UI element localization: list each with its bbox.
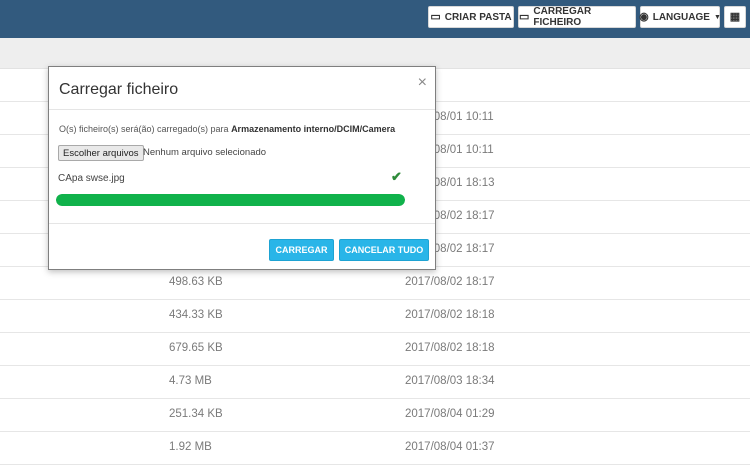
upload-modal: Carregar ficheiro × O(s) ficheiro(s) ser…: [48, 66, 436, 270]
create-folder-label: CRIAR PASTA: [444, 11, 512, 23]
grid-icon: ▦: [729, 10, 741, 23]
no-file-selected-text: Nenhum arquivo selecionado: [143, 147, 267, 158]
folder-plus-icon: ▭: [430, 10, 441, 23]
file-date: 2017/08/04 01:29: [405, 408, 495, 420]
create-folder-button[interactable]: ▭ CRIAR PASTA: [428, 6, 514, 28]
close-icon[interactable]: ×: [418, 75, 427, 91]
file-date: 2017/08/02 18:17: [405, 276, 495, 288]
table-row[interactable]: 1.92 MB 2017/08/04 01:37: [0, 431, 750, 465]
caret-down-icon: ▼: [713, 13, 721, 21]
upload-prefix: O(s) ficheiro(s) será(ão) carregado(s) p…: [59, 124, 232, 134]
table-row[interactable]: 679.65 KB 2017/08/02 18:18: [0, 332, 750, 366]
upload-icon: ▭: [519, 10, 530, 23]
upload-progress-fill: [56, 194, 405, 206]
file-size: 498.63 KB: [169, 276, 223, 288]
file-date: 2017/08/02 18:18: [405, 309, 495, 321]
globe-icon: ◉: [639, 10, 649, 23]
table-row[interactable]: 498.63 KB 2017/08/02 18:17: [0, 266, 750, 300]
file-date: 2017/08/02 18:18: [405, 342, 495, 354]
upload-file-label: CARREGAR FICHEIRO: [533, 6, 592, 28]
file-date: 2017/08/03 18:34: [405, 375, 495, 387]
upload-progress-bar: [56, 194, 405, 206]
cancel-all-button[interactable]: CANCELAR TUDO: [339, 239, 429, 261]
upload-target: Armazenamento interno/DCIM/Camera: [231, 124, 396, 134]
choose-files-button[interactable]: Escolher arquivos: [58, 145, 144, 161]
modal-title: Carregar ficheiro: [59, 81, 179, 98]
sub-toolbar: [0, 38, 750, 69]
upload-button[interactable]: CARREGAR: [269, 239, 334, 261]
table-row[interactable]: 251.34 KB 2017/08/04 01:29: [0, 398, 750, 432]
check-icon: ✔: [391, 169, 402, 184]
divider: [49, 223, 435, 224]
file-size: 679.65 KB: [169, 342, 223, 354]
language-label: LANGUAGE: [652, 11, 710, 23]
file-size: 4.73 MB: [169, 375, 212, 387]
file-size: 434.33 KB: [169, 309, 223, 321]
uploaded-file-name: CApa swse.jpg: [58, 173, 125, 184]
table-row[interactable]: 4.73 MB 2017/08/03 18:34: [0, 365, 750, 399]
upload-destination-text: O(s) ficheiro(s) será(ão) carregado(s) p…: [59, 124, 395, 134]
table-row[interactable]: 434.33 KB 2017/08/02 18:18: [0, 299, 750, 333]
top-navbar: ▭ CRIAR PASTA ▭ CARREGAR FICHEIRO ◉ LANG…: [0, 0, 750, 38]
upload-file-button[interactable]: ▭ CARREGAR FICHEIRO: [518, 6, 636, 28]
file-size: 251.34 KB: [169, 408, 223, 420]
file-size: 1.92 MB: [169, 441, 212, 453]
file-date: 2017/08/04 01:37: [405, 441, 495, 453]
language-dropdown[interactable]: ◉ LANGUAGE ▼: [639, 6, 721, 28]
divider: [49, 109, 435, 110]
grid-view-button[interactable]: ▦: [724, 6, 746, 28]
